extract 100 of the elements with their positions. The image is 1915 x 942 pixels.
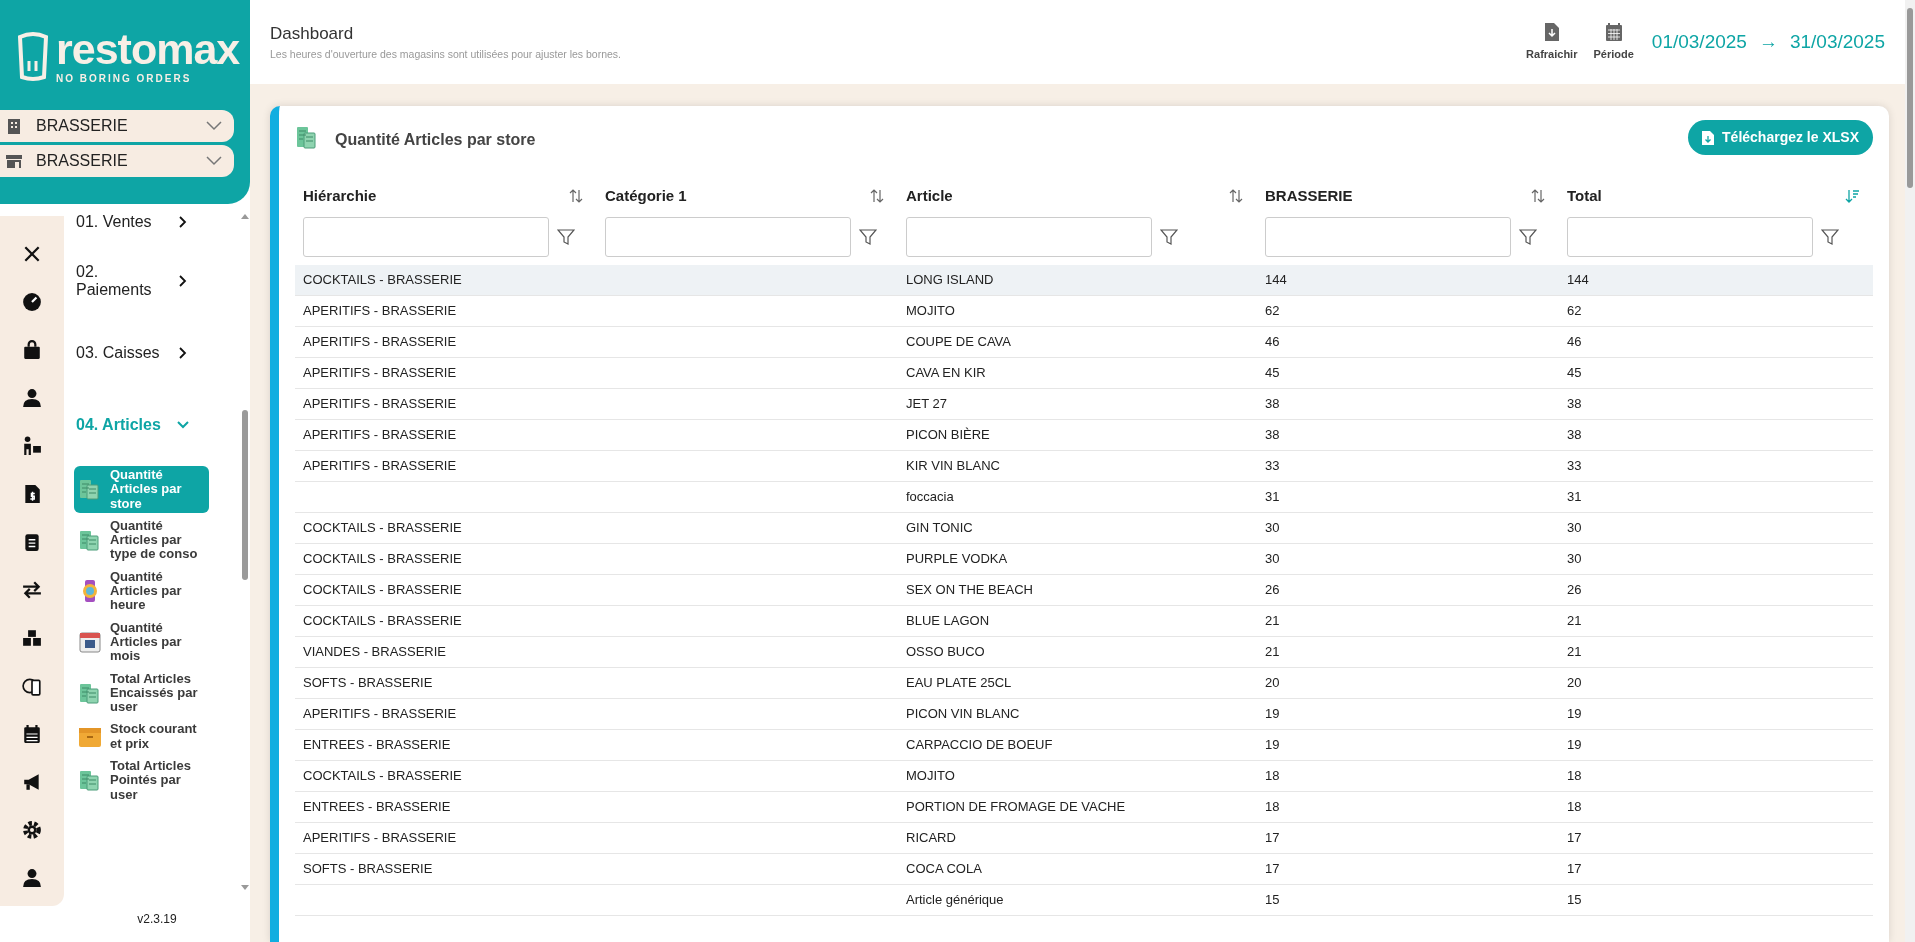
filter-field[interactable] bbox=[605, 217, 851, 257]
table-cell-text: VIANDES - BRASSERIE bbox=[302, 643, 448, 662]
table-cell-text: APERITIFS - BRASSERIE bbox=[302, 302, 458, 321]
sort-icon[interactable] bbox=[1531, 188, 1545, 204]
building-icon bbox=[6, 118, 22, 134]
scroll-up-icon[interactable] bbox=[241, 212, 249, 220]
table-cell-text: GIN TONIC bbox=[905, 519, 974, 538]
submenu-item[interactable]: Total Articles Encaissés par user bbox=[74, 669, 209, 717]
filter-icon[interactable] bbox=[1160, 228, 1178, 246]
period-button[interactable]: Période bbox=[1587, 21, 1640, 63]
store-selector[interactable]: BRASSERIE bbox=[0, 110, 234, 142]
invoice-dollar-icon[interactable] bbox=[22, 484, 42, 504]
menu-section[interactable]: 01. Ventes bbox=[76, 204, 190, 240]
sort-icon[interactable] bbox=[569, 188, 583, 204]
close-icon[interactable] bbox=[22, 244, 42, 264]
version-label: v2.3.19 bbox=[136, 911, 178, 928]
money-stack-icon bbox=[78, 477, 102, 502]
table-cell-text: COUPE DE CAVA bbox=[905, 333, 1012, 352]
filter-field[interactable] bbox=[303, 217, 549, 257]
scrollbar[interactable] bbox=[1905, 0, 1915, 942]
table-cell-text: Article générique bbox=[905, 891, 1005, 910]
table-cell-text: BLUE LAGON bbox=[905, 612, 991, 631]
table-cell-text: 38 bbox=[1566, 395, 1583, 414]
table-cell-text: 18 bbox=[1264, 798, 1281, 817]
page-subtitle: Les heures d'ouverture des magasins sont utilisées pour ajuster les bornes. bbox=[270, 46, 623, 62]
table-cell-text: 17 bbox=[1264, 829, 1281, 848]
submenu-item[interactable]: Quantité Articles par heure bbox=[74, 567, 209, 615]
table-cell-text: 30 bbox=[1264, 519, 1281, 538]
table-cell-text: 15 bbox=[1264, 891, 1281, 910]
page-title: Dashboard bbox=[270, 23, 355, 46]
card-title: Quantité Articles par store bbox=[335, 130, 536, 150]
settings-icon[interactable] bbox=[22, 820, 42, 840]
table-cell-text: 38 bbox=[1264, 426, 1281, 445]
chevron-down-icon bbox=[206, 121, 222, 131]
table-cell-text: COCKTAILS - BRASSERIE bbox=[302, 550, 463, 569]
scroll-down-icon[interactable] bbox=[241, 884, 249, 892]
table-cell-text: 45 bbox=[1264, 364, 1281, 383]
column-header[interactable]: Hiérarchie bbox=[303, 184, 377, 208]
table-cell-text: PORTION DE FROMAGE DE VACHE bbox=[905, 798, 1127, 817]
table-cell-text: MOJITO bbox=[905, 767, 956, 786]
calendar-page-icon bbox=[78, 630, 102, 655]
column-header[interactable]: Catégorie 1 bbox=[605, 184, 687, 208]
table-cell-text: PICON VIN BLANC bbox=[905, 705, 1021, 724]
menu-section[interactable]: 02. Paiements bbox=[76, 250, 190, 312]
table-cell-text: 17 bbox=[1264, 860, 1281, 879]
table-cell-text: 62 bbox=[1566, 302, 1583, 321]
user-icon[interactable] bbox=[22, 868, 42, 888]
filter-field[interactable] bbox=[906, 217, 1152, 257]
table-cell-text: LONG ISLAND bbox=[905, 271, 995, 290]
filter-icon[interactable] bbox=[1519, 228, 1537, 246]
table-cell-text: 62 bbox=[1264, 302, 1281, 321]
table-cell-text: 30 bbox=[1566, 519, 1583, 538]
filter-field[interactable] bbox=[1265, 217, 1511, 257]
calendar-icon[interactable] bbox=[22, 724, 42, 744]
delivery-person-icon[interactable] bbox=[22, 436, 42, 456]
store-selector[interactable]: BRASSERIE bbox=[0, 145, 234, 177]
table-cell-text: 17 bbox=[1566, 860, 1583, 879]
table-cell-text: RICARD bbox=[905, 829, 957, 848]
table-cell-text: KIR VIN BLANC bbox=[905, 457, 1001, 476]
column-header[interactable]: Total bbox=[1567, 184, 1602, 208]
submenu-item[interactable]: Quantité Articles par type de conso bbox=[74, 516, 209, 564]
table-cell-text: 18 bbox=[1566, 767, 1583, 786]
chef-hat-icon bbox=[16, 31, 50, 83]
submenu-item[interactable]: Total Articles Pointés par user bbox=[74, 757, 209, 804]
submenu-item[interactable]: Quantité Articles par mois bbox=[74, 618, 209, 666]
filter-icon[interactable] bbox=[859, 228, 877, 246]
table-cell-text: 46 bbox=[1566, 333, 1583, 352]
table-cell-text: APERITIFS - BRASSERIE bbox=[302, 395, 458, 414]
transfer-arrows-icon[interactable] bbox=[22, 580, 42, 600]
table-cell-text: 19 bbox=[1566, 705, 1583, 724]
table-cell-text: 26 bbox=[1566, 581, 1583, 600]
table-cell-text: 31 bbox=[1264, 488, 1281, 507]
table-cell-text: 19 bbox=[1566, 736, 1583, 755]
table-cell-text: 20 bbox=[1566, 674, 1583, 693]
clipboard-list-icon[interactable] bbox=[22, 532, 42, 552]
refresh-button[interactable]: Rafraichir bbox=[1520, 21, 1584, 63]
menu-section[interactable]: 03. Caisses bbox=[76, 322, 190, 384]
dashboard-gauge-icon[interactable] bbox=[22, 292, 42, 312]
boxes-icon[interactable] bbox=[22, 628, 42, 648]
table-cell-text: 31 bbox=[1566, 488, 1583, 507]
table-cell-text: 144 bbox=[1264, 271, 1288, 290]
sort-icon[interactable] bbox=[1229, 188, 1243, 204]
sort-icon[interactable] bbox=[870, 188, 884, 204]
megaphone-icon[interactable] bbox=[22, 772, 42, 792]
submenu-item[interactable]: Stock courant et prix bbox=[74, 720, 209, 754]
calendar-icon bbox=[1604, 21, 1623, 42]
table-cell-text: SOFTS - BRASSERIE bbox=[302, 860, 434, 879]
user-tie-icon[interactable] bbox=[22, 388, 42, 408]
table-cell-text: PURPLE VODKA bbox=[905, 550, 1009, 569]
filter-field[interactable] bbox=[1567, 217, 1813, 257]
filter-icon[interactable] bbox=[1821, 228, 1839, 246]
column-header[interactable]: Article bbox=[906, 184, 953, 208]
shopping-bag-icon[interactable] bbox=[22, 340, 42, 360]
table-cell-text: 15 bbox=[1566, 891, 1583, 910]
table-cell-text: SEX ON THE BEACH bbox=[905, 581, 1034, 600]
table-cell-text: OSSO BUCO bbox=[905, 643, 986, 662]
filter-icon[interactable] bbox=[557, 228, 575, 246]
column-header[interactable]: BRASSERIE bbox=[1265, 184, 1353, 208]
table-cell-text: 46 bbox=[1264, 333, 1281, 352]
sort-descending-icon[interactable] bbox=[1845, 188, 1859, 204]
